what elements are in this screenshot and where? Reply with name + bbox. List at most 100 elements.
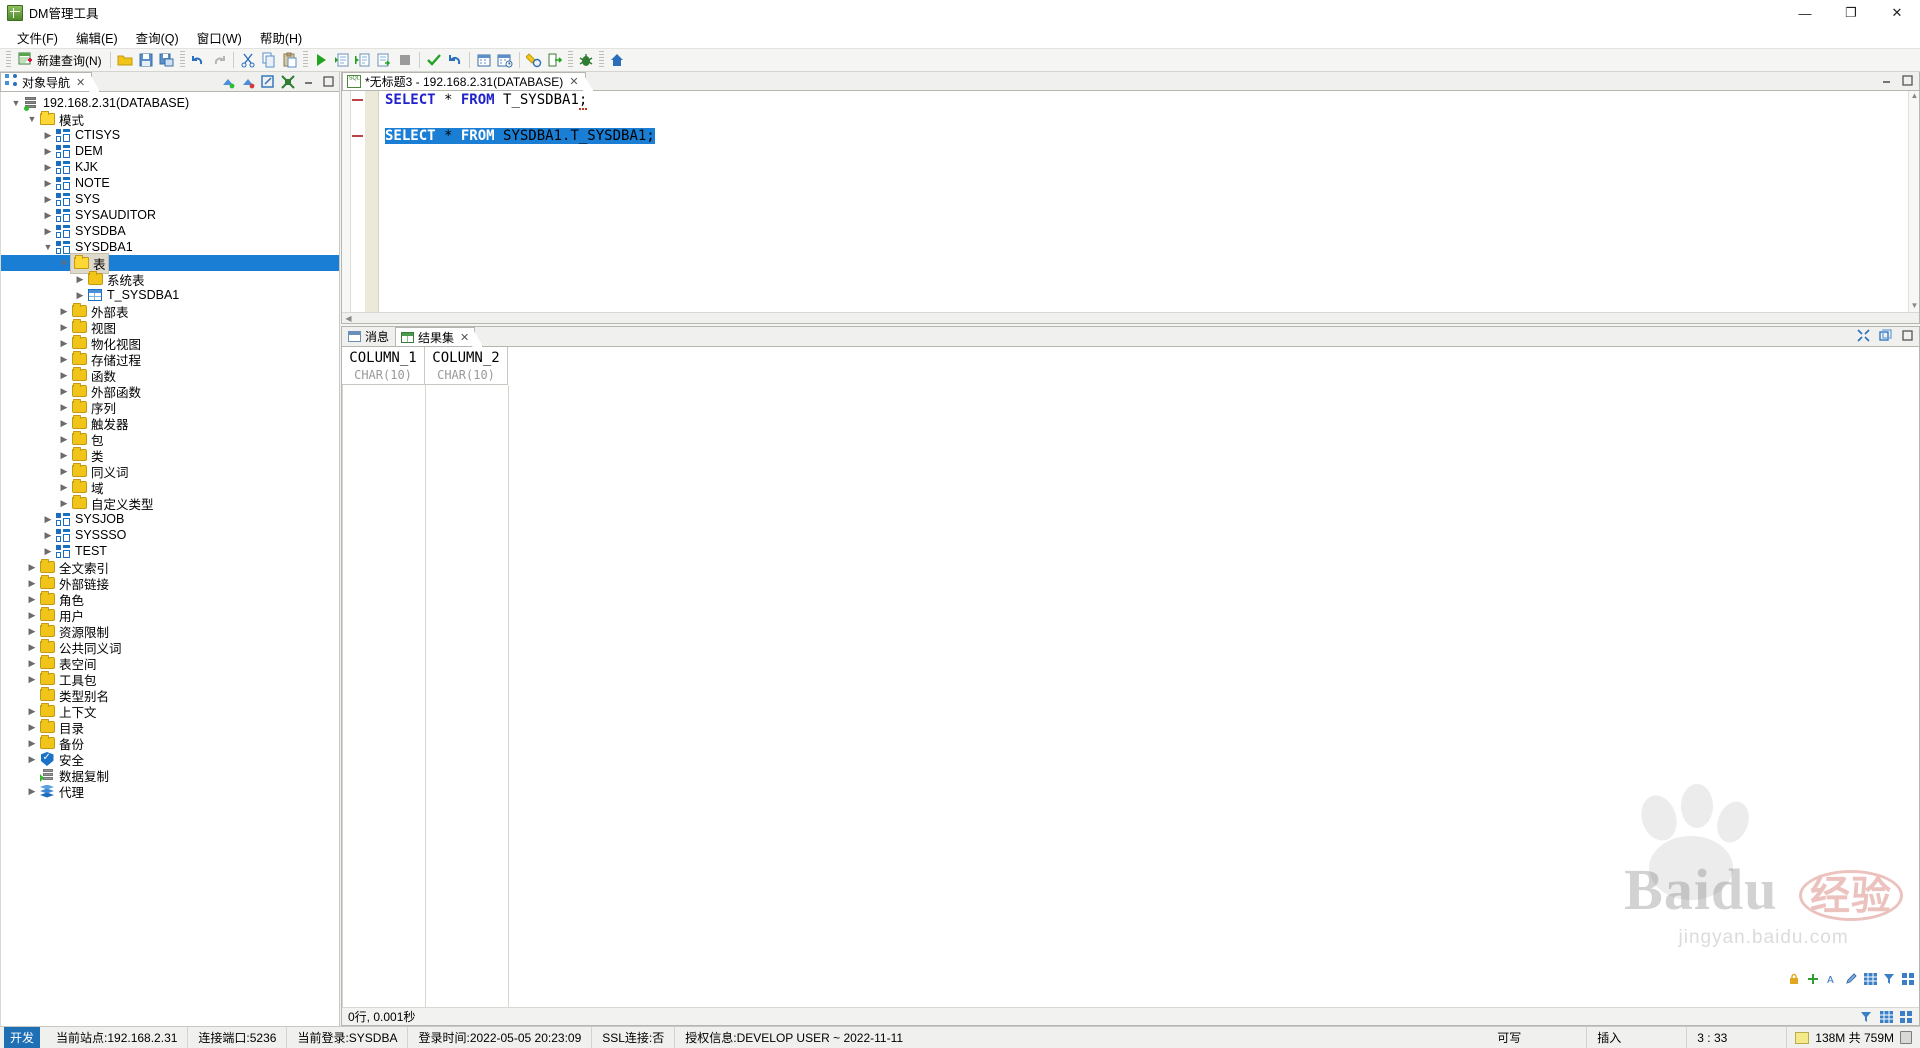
- chevron-right-icon[interactable]: ▶: [57, 447, 71, 463]
- chevron-right-icon[interactable]: ▶: [25, 703, 39, 719]
- tree-node[interactable]: ▶ 类: [1, 447, 339, 464]
- redo-icon[interactable]: [209, 50, 229, 70]
- undo-icon[interactable]: [188, 50, 208, 70]
- tree-node[interactable]: ▶ SYSAUDITOR: [1, 207, 339, 223]
- tree-node[interactable]: ▶ 公共同义词: [1, 639, 339, 656]
- tree-node[interactable]: ▶ 外部函数: [1, 383, 339, 400]
- export-icon[interactable]: [374, 50, 394, 70]
- scroll-left-icon[interactable]: ◀: [342, 314, 355, 323]
- chevron-right-icon[interactable]: ▶: [25, 719, 39, 735]
- tree-node[interactable]: ▶ 目录: [1, 719, 339, 736]
- save-icon[interactable]: [136, 50, 156, 70]
- chevron-right-icon[interactable]: ▶: [41, 175, 55, 191]
- close-button[interactable]: ✕: [1874, 0, 1920, 26]
- tree-node[interactable]: ▼ 模式: [1, 111, 339, 128]
- chevron-down-icon[interactable]: ▼: [57, 255, 71, 271]
- chevron-right-icon[interactable]: ▶: [57, 367, 71, 383]
- tab-resultset[interactable]: 结果集 ✕: [395, 327, 476, 346]
- tree-node[interactable]: ▶ 触发器: [1, 415, 339, 432]
- editor-tab-close-icon[interactable]: ✕: [569, 75, 578, 88]
- execute-script-icon[interactable]: [332, 50, 352, 70]
- tree-node[interactable]: ▶ 外部链接: [1, 575, 339, 592]
- detach-result-icon[interactable]: [1876, 327, 1894, 344]
- chevron-right-icon[interactable]: ▶: [57, 431, 71, 447]
- menu-query[interactable]: 查询(Q): [127, 26, 188, 49]
- edit-icon[interactable]: [259, 73, 277, 90]
- tree-node[interactable]: ▶ NOTE: [1, 175, 339, 191]
- chevron-right-icon[interactable]: ▶: [41, 223, 55, 239]
- sql-line[interactable]: [385, 109, 1908, 127]
- menu-file[interactable]: 文件(F): [8, 26, 67, 49]
- editor-horizontal-scrollbar[interactable]: ◀: [342, 312, 1919, 323]
- save-as-icon[interactable]: [157, 50, 177, 70]
- tree-node[interactable]: ▶ 资源限制: [1, 623, 339, 640]
- chevron-right-icon[interactable]: ▶: [57, 303, 71, 319]
- chevron-right-icon[interactable]: ▶: [57, 479, 71, 495]
- maximize-editor-icon[interactable]: [1898, 72, 1916, 89]
- navigator-tab-close-icon[interactable]: ✕: [76, 76, 85, 89]
- minimize-view-icon[interactable]: [299, 73, 317, 90]
- chevron-right-icon[interactable]: ▶: [41, 143, 55, 159]
- tree-node[interactable]: ▶ 自定义类型: [1, 495, 339, 512]
- connect-icon[interactable]: [219, 73, 237, 90]
- analyze-icon[interactable]: [524, 50, 544, 70]
- tree-node[interactable]: 类型别名: [1, 687, 339, 704]
- chevron-right-icon[interactable]: ▶: [57, 415, 71, 431]
- result-column-header[interactable]: COLUMN_1 CHAR(10): [342, 347, 425, 385]
- tree-node[interactable]: ▶ 表空间: [1, 655, 339, 672]
- chevron-right-icon[interactable]: ▶: [57, 463, 71, 479]
- menu-window[interactable]: 窗口(W): [188, 26, 251, 49]
- object-tree[interactable]: ▼ 192.168.2.31(DATABASE) ▼ 模式 ▶ CTISYS ▶ DEM ▶ KJ…: [0, 92, 339, 1026]
- grid-blue-icon[interactable]: [1863, 973, 1877, 985]
- chevron-right-icon[interactable]: ▶: [57, 399, 71, 415]
- pencil-icon[interactable]: [1844, 973, 1858, 985]
- editor-body[interactable]: SELECT * FROM T_SYSDBA1; SELECT * FROM S…: [342, 91, 1919, 312]
- chevron-right-icon[interactable]: ▶: [57, 351, 71, 367]
- maximize-button[interactable]: ❐: [1828, 0, 1874, 26]
- tree-node[interactable]: ▶ 全文索引: [1, 559, 339, 576]
- chevron-right-icon[interactable]: ▶: [57, 383, 71, 399]
- tree-node[interactable]: ▶ 序列: [1, 399, 339, 416]
- chevron-right-icon[interactable]: ▶: [41, 511, 55, 527]
- tree-node[interactable]: ▶ 函数: [1, 367, 339, 384]
- chevron-right-icon[interactable]: ▶: [25, 559, 39, 575]
- tree-node[interactable]: ▶ KJK: [1, 159, 339, 175]
- menu-edit[interactable]: 编辑(E): [67, 26, 127, 49]
- new-query-button[interactable]: 新建查询(N): [14, 50, 106, 70]
- menu-help[interactable]: 帮助(H): [251, 26, 311, 49]
- tree-node[interactable]: ▶ 存储过程: [1, 351, 339, 368]
- chevron-right-icon[interactable]: ▶: [25, 671, 39, 687]
- chevron-right-icon[interactable]: ▶: [57, 335, 71, 351]
- tree-node[interactable]: ▶ 工具包: [1, 671, 339, 688]
- tree-node[interactable]: ▶ SYSSSO: [1, 527, 339, 543]
- execute-step-icon[interactable]: [353, 50, 373, 70]
- tree-node[interactable]: ▶ 系统表: [1, 271, 339, 288]
- home-icon[interactable]: [607, 50, 627, 70]
- tree-node[interactable]: ▶ CTISYS: [1, 127, 339, 143]
- chevron-right-icon[interactable]: ▶: [25, 639, 39, 655]
- tree-node[interactable]: ▶ SYSJOB: [1, 511, 339, 527]
- collapse-all-icon[interactable]: [279, 73, 297, 90]
- resultset-tab-close-icon[interactable]: ✕: [460, 331, 469, 344]
- copy-icon[interactable]: [259, 50, 279, 70]
- tree-node[interactable]: ▼ SYSDBA1: [1, 239, 339, 255]
- chevron-right-icon[interactable]: ▶: [25, 607, 39, 623]
- tree-node[interactable]: ▶ SYSDBA: [1, 223, 339, 239]
- filter-icon[interactable]: [1882, 973, 1896, 985]
- scroll-up-icon[interactable]: ▲: [1909, 91, 1919, 102]
- chevron-down-icon[interactable]: ▼: [25, 111, 39, 127]
- filter-status-icon[interactable]: [1859, 1011, 1873, 1023]
- font-icon[interactable]: A: [1825, 973, 1839, 985]
- scroll-down-icon[interactable]: ▼: [1909, 301, 1919, 312]
- result-grid-body[interactable]: [342, 385, 1919, 1007]
- tree-node[interactable]: ▶ 同义词: [1, 463, 339, 480]
- chevron-right-icon[interactable]: ▶: [25, 735, 39, 751]
- execute-icon[interactable]: [311, 50, 331, 70]
- maximize-result-icon[interactable]: [1854, 327, 1872, 344]
- tree-node[interactable]: ▶ 物化视图: [1, 335, 339, 352]
- tab-sql-document[interactable]: *无标题3 - 192.168.2.31(DATABASE) ✕: [342, 72, 586, 90]
- tree-node[interactable]: ▶ 视图: [1, 319, 339, 336]
- minimize-button[interactable]: —: [1782, 0, 1828, 26]
- tree-node[interactable]: ▶ 外部表: [1, 303, 339, 320]
- paste-icon[interactable]: [280, 50, 300, 70]
